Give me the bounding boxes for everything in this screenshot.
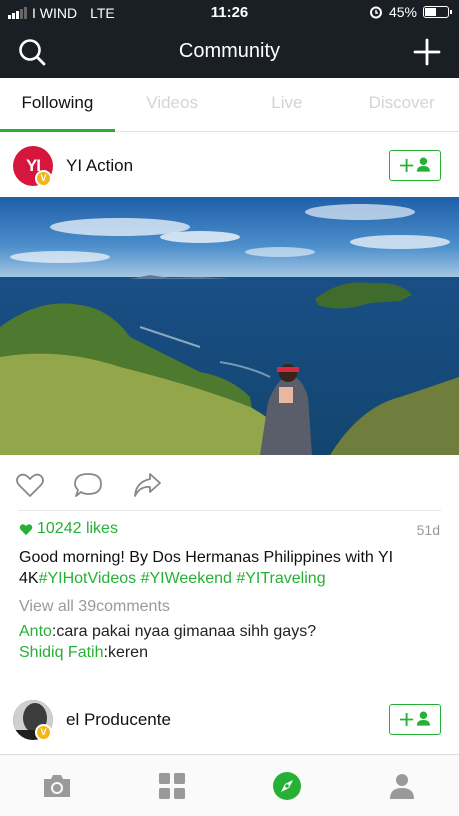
- nav-community[interactable]: [230, 755, 345, 816]
- hashtag[interactable]: #YITraveling: [236, 570, 325, 587]
- tab-live[interactable]: Live: [230, 78, 345, 131]
- post-photo[interactable]: [0, 197, 459, 455]
- tab-videos[interactable]: Videos: [115, 78, 230, 131]
- nav-camera[interactable]: [0, 755, 115, 816]
- post-username[interactable]: el Producente: [66, 710, 171, 730]
- verified-badge: V: [35, 170, 52, 187]
- grid-icon: [159, 772, 186, 799]
- page-title: Community: [178, 40, 281, 62]
- likes-row: 10242 likes 51d: [19, 520, 440, 540]
- post-actions: [0, 465, 459, 505]
- status-right: 45%: [369, 4, 452, 20]
- profile-icon: [389, 773, 414, 799]
- status-bar: I WIND LTE 11:26 45%: [0, 0, 459, 26]
- bottom-nav-bar: [0, 754, 459, 816]
- comment-text: cara pakai nyaa gimanaa sihh gays?: [56, 623, 317, 640]
- tab-following[interactable]: Following: [0, 78, 115, 132]
- battery-percent: 45%: [388, 4, 417, 20]
- share-icon[interactable]: [131, 469, 163, 501]
- feed-tabs: Following Videos Live Discover: [0, 78, 459, 132]
- comment-item: Shidiq Fatih:keren: [19, 644, 148, 661]
- comment-user[interactable]: Anto: [19, 623, 52, 640]
- hashtag[interactable]: #YIWeekend: [141, 570, 232, 587]
- post-age: 51d: [416, 522, 440, 538]
- compass-icon: [272, 771, 301, 800]
- divider: [18, 510, 441, 511]
- nav-profile[interactable]: [344, 755, 459, 816]
- alarm-icon: [369, 6, 382, 19]
- post-caption: Good morning! By Dos Hermanas Philippine…: [19, 547, 439, 589]
- comment-text: keren: [107, 644, 148, 661]
- heart-filled-icon: [19, 523, 33, 535]
- add-post-icon[interactable]: [411, 36, 443, 68]
- comment-icon[interactable]: [72, 469, 104, 501]
- tab-discover[interactable]: Discover: [344, 78, 459, 131]
- view-all-comments-link[interactable]: View all 39comments: [19, 598, 170, 616]
- camera-icon: [44, 774, 71, 797]
- follow-button[interactable]: [389, 150, 441, 181]
- post-header: YI V YI Action: [0, 140, 459, 192]
- hashtag[interactable]: #YIHotVideos: [39, 570, 137, 587]
- heart-icon[interactable]: [14, 469, 46, 501]
- comment-user[interactable]: Shidiq Fatih: [19, 644, 104, 661]
- battery-icon: [423, 6, 452, 18]
- likes-count[interactable]: 10242 likes: [19, 520, 440, 538]
- comment-item: Anto:cara pakai nyaa gimanaa sihh gays?: [19, 623, 317, 640]
- top-nav-bar: Community: [0, 26, 459, 78]
- likes-label: 10242 likes: [37, 520, 118, 537]
- verified-badge: V: [35, 724, 52, 741]
- follow-button[interactable]: [389, 704, 441, 735]
- post-username[interactable]: YI Action: [66, 156, 133, 176]
- nav-grid[interactable]: [115, 755, 230, 816]
- next-post-header: V el Producente: [0, 694, 459, 746]
